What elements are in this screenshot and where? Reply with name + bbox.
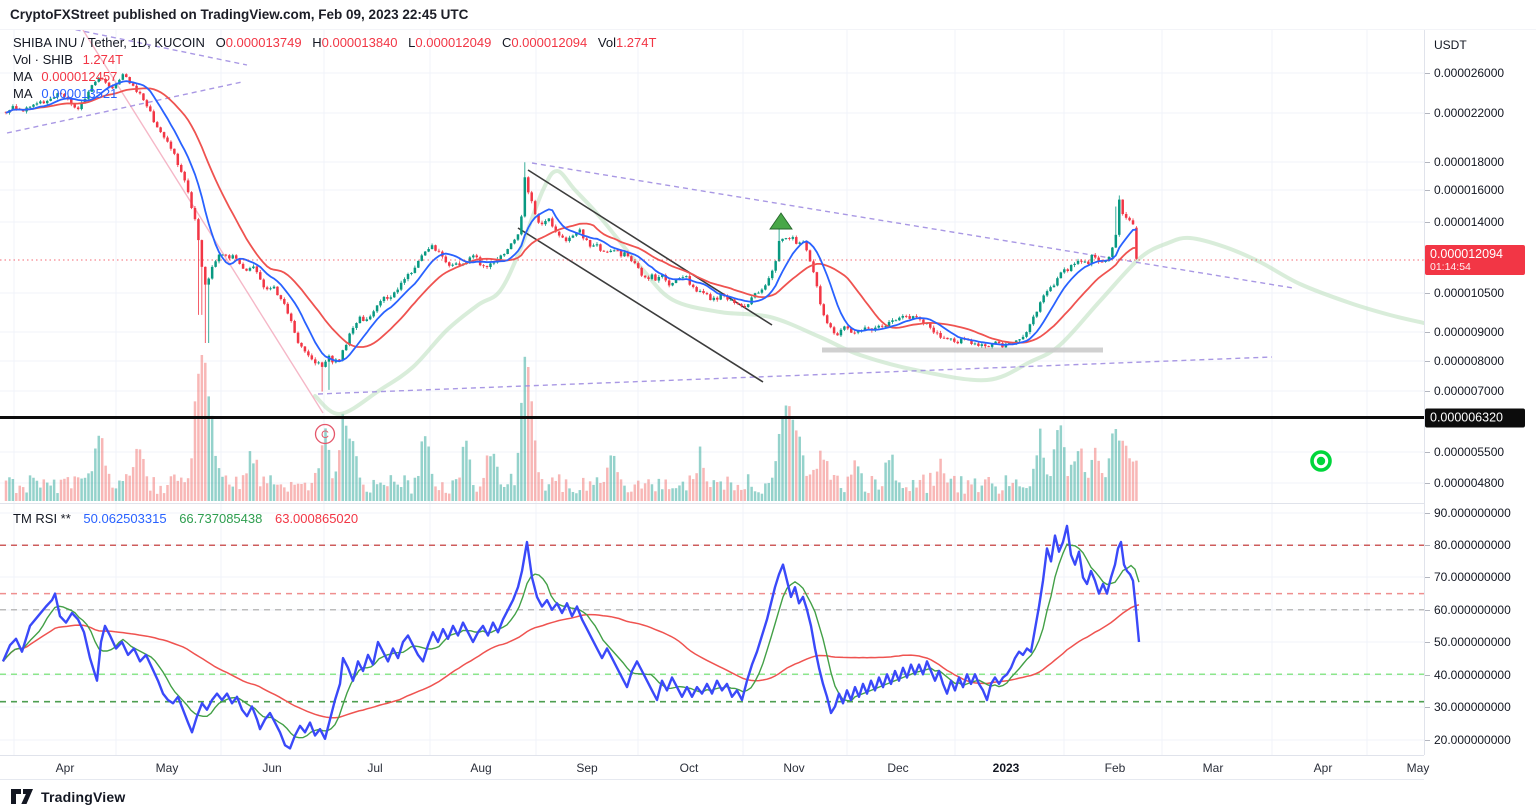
- legend-ohlc-row: SHIBA INU / Tether, 1D, KUCOIN O0.000013…: [13, 35, 657, 50]
- rsi-pane: [0, 524, 1424, 750]
- price-axis[interactable]: USDT 0.000012094 01:14:54 0.000006320 0.…: [1424, 30, 1536, 755]
- candles-layer: [4, 73, 1138, 392]
- volume-indicator-value: 1.274T: [82, 52, 124, 67]
- open-value: 0.000013749: [225, 35, 302, 50]
- time-axis-label: Apr: [1313, 761, 1333, 775]
- legend-ma-blue-row: MA 0.000013521: [13, 86, 118, 101]
- dashed-trendline[interactable]: [317, 356, 1273, 395]
- dashed-trendline[interactable]: [531, 162, 1294, 289]
- rsi-axis-label: 70.000000000: [1425, 570, 1511, 584]
- legend-volume-row: Vol · SHIB 1.274T: [13, 52, 124, 67]
- ma-fast-line: [5, 80, 1137, 363]
- price-axis-label: 0.000018000: [1424, 155, 1505, 169]
- low-value: 0.000012049: [415, 35, 492, 50]
- time-axis-label: May: [1406, 761, 1430, 775]
- rsi-axis-label: 90.000000000: [1425, 506, 1511, 520]
- price-axis-label: 0.000016000: [1424, 183, 1505, 197]
- time-axis-label: Apr: [55, 761, 75, 775]
- price-axis-label: 0.000014000: [1424, 215, 1505, 229]
- gridlines: [0, 30, 1424, 755]
- symbol-legend: SHIBA INU / Tether, 1D, KUCOIN O0.000013…: [13, 34, 656, 102]
- high-value: 0.000013840: [321, 35, 398, 50]
- volume-bars: [4, 355, 1138, 501]
- rsi-red-line: [2, 604, 1140, 719]
- footer-bar: TradingView: [0, 781, 1536, 812]
- close-value: 0.000012094: [511, 35, 588, 50]
- rsi-red-value: 63.000865020: [274, 511, 359, 526]
- rsi-axis-label: 20.000000000: [1425, 733, 1511, 747]
- time-axis-label: Dec: [887, 761, 909, 775]
- time-axis-label: Sep: [576, 761, 598, 775]
- rsi-axis-label: 50.000000000: [1425, 635, 1511, 649]
- time-axis[interactable]: Apr May Jun Jul Aug Sep Oct Nov Dec 2023 Feb Mar Apr…: [0, 755, 1429, 780]
- chart-canvas[interactable]: C: [0, 0, 1424, 780]
- price-axis-label: 0.000005500: [1424, 445, 1505, 459]
- rsi-axis-label: 60.000000000: [1425, 603, 1511, 617]
- rsi-indicator-legend: TM RSI ** 50.062503315 66.737085438 63.0…: [13, 511, 367, 526]
- black-line-price-tag: 0.000006320: [1425, 408, 1525, 428]
- rsi-green-line: [2, 543, 1140, 739]
- time-axis-label: Mar: [1202, 761, 1224, 775]
- rsi-green-value: 66.737085438: [179, 511, 263, 526]
- time-axis-label: Feb: [1104, 761, 1126, 775]
- tradingview-logo-icon[interactable]: [11, 788, 34, 805]
- time-axis-label: Aug: [470, 761, 492, 775]
- time-axis-label: Jul: [367, 761, 383, 775]
- price-axis-label: 0.000007000: [1424, 384, 1505, 398]
- legend-ma-red-row: MA 0.000012457: [13, 69, 118, 84]
- time-axis-label: 2023: [992, 761, 1020, 775]
- rsi-indicator-title: TM RSI **: [13, 511, 71, 526]
- last-price-value: 0.000012094: [1430, 247, 1503, 261]
- rsi-axis-label: 80.000000000: [1425, 538, 1511, 552]
- descending-channel-line[interactable]: [517, 227, 764, 383]
- price-axis-label: 0.000026000: [1424, 66, 1505, 80]
- axis-currency-label: USDT: [1434, 38, 1467, 52]
- price-axis-label: 0.000008000: [1424, 354, 1505, 368]
- event-circle-letter: C: [321, 429, 329, 441]
- rsi-blue-value: 50.062503315: [83, 511, 167, 526]
- rsi-axis-label: 30.000000000: [1425, 700, 1511, 714]
- green-target-marker-dot: [1316, 456, 1326, 466]
- price-axis-label: 0.000009000: [1424, 325, 1505, 339]
- tradingview-screenshot: CryptoFXStreet published on TradingView.…: [0, 0, 1536, 812]
- time-axis-label: Oct: [679, 761, 699, 775]
- volume-value: 1.274T: [615, 35, 657, 50]
- symbol-title: SHIBA INU / Tether, 1D, KUCOIN: [13, 35, 205, 50]
- ma-blue-value: 0.000013521: [41, 86, 118, 101]
- rsi-blue-line: [1, 524, 1141, 750]
- price-axis-label: 0.000022000: [1424, 106, 1505, 120]
- time-axis-label: May: [155, 761, 179, 775]
- tradingview-brand-link[interactable]: TradingView: [41, 789, 125, 805]
- time-axis-label: Jun: [262, 761, 282, 775]
- last-price-tag: 0.000012094 01:14:54: [1425, 245, 1525, 275]
- buy-arrow-marker[interactable]: [769, 212, 793, 230]
- bar-countdown: 01:14:54: [1430, 261, 1471, 273]
- price-axis-label: 0.000010500: [1424, 286, 1505, 300]
- ma-red-value: 0.000012457: [41, 69, 118, 84]
- price-axis-label: 0.000004800: [1424, 476, 1505, 490]
- ma-slow-line: [5, 87, 1137, 348]
- time-axis-label: Nov: [783, 761, 805, 775]
- rsi-axis-label: 40.000000000: [1425, 668, 1511, 682]
